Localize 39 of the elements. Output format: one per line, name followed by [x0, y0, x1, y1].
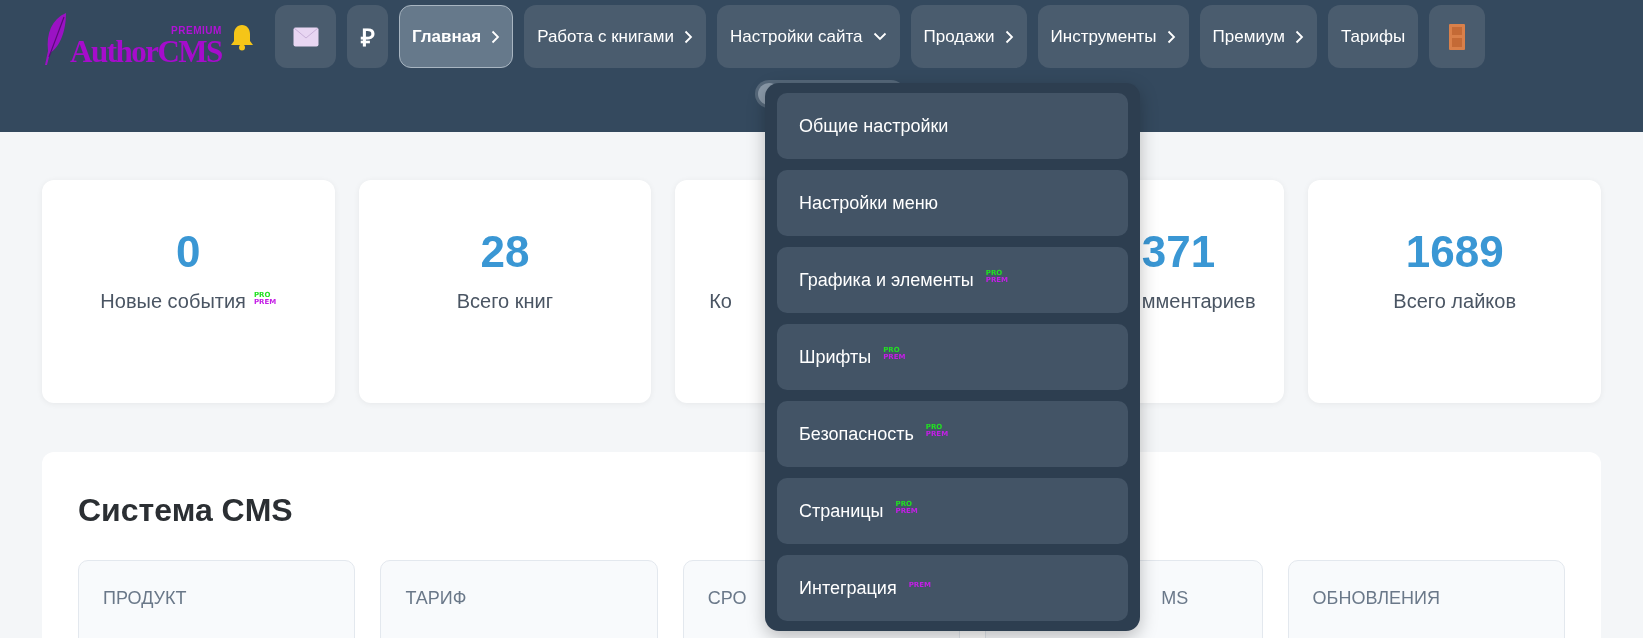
info-label: ПРОДУКТ — [103, 588, 187, 609]
bell-icon — [230, 22, 254, 51]
logout-button[interactable] — [1429, 5, 1486, 68]
nav-tab[interactable]: Тарифы — [1327, 5, 1419, 68]
section-title: Система CMS — [78, 491, 293, 530]
nav-tab[interactable]: Настройки сайта — [717, 5, 900, 68]
chevron-down-icon — [872, 32, 887, 41]
chevron-right-icon — [491, 29, 501, 44]
chevron-right-icon — [1166, 29, 1176, 44]
nav-tab[interactable]: Продажи — [910, 5, 1027, 68]
info-label: MS — [1161, 588, 1189, 609]
stat-label: мментариев — [1141, 290, 1256, 313]
stat-value: 0 — [176, 226, 201, 278]
stat-label: Новые события — [100, 290, 246, 313]
chevron-right-icon — [684, 29, 693, 44]
mail-button[interactable] — [275, 5, 336, 68]
nav-tab[interactable]: Главная — [399, 5, 514, 68]
menu-item[interactable]: Настройки меню — [777, 170, 1128, 236]
nav-tab[interactable]: Премиум — [1199, 5, 1317, 68]
logo-tagline: PREMIUM — [171, 26, 222, 36]
chevron-right-icon — [1294, 29, 1304, 44]
chevron-right-icon — [1004, 29, 1014, 44]
stat-value: 371 — [1141, 226, 1216, 278]
info-label: ОБНОВЛЕНИЯ — [1312, 588, 1440, 609]
stat-label: Всего лайков — [1393, 290, 1517, 313]
info-label: СРО — [707, 588, 747, 609]
nav-tab[interactable]: Инструменты — [1037, 5, 1189, 68]
stat-value: 1689 — [1405, 226, 1504, 278]
stat-label: Всего книг — [456, 290, 553, 313]
currency-button[interactable]: ₽ — [347, 5, 388, 68]
stat-value: 28 — [480, 226, 530, 278]
menu-item[interactable]: Общие настройки — [777, 93, 1128, 159]
logo-wordmark: AuthorCMS — [70, 36, 222, 67]
door-icon — [1449, 23, 1466, 50]
stat-label: Ко — [709, 290, 732, 313]
envelope-icon — [292, 26, 319, 47]
nav-tab[interactable]: Работа с книгами — [524, 5, 706, 68]
info-label: ТАРИФ — [405, 588, 467, 609]
feather-icon — [42, 11, 68, 67]
